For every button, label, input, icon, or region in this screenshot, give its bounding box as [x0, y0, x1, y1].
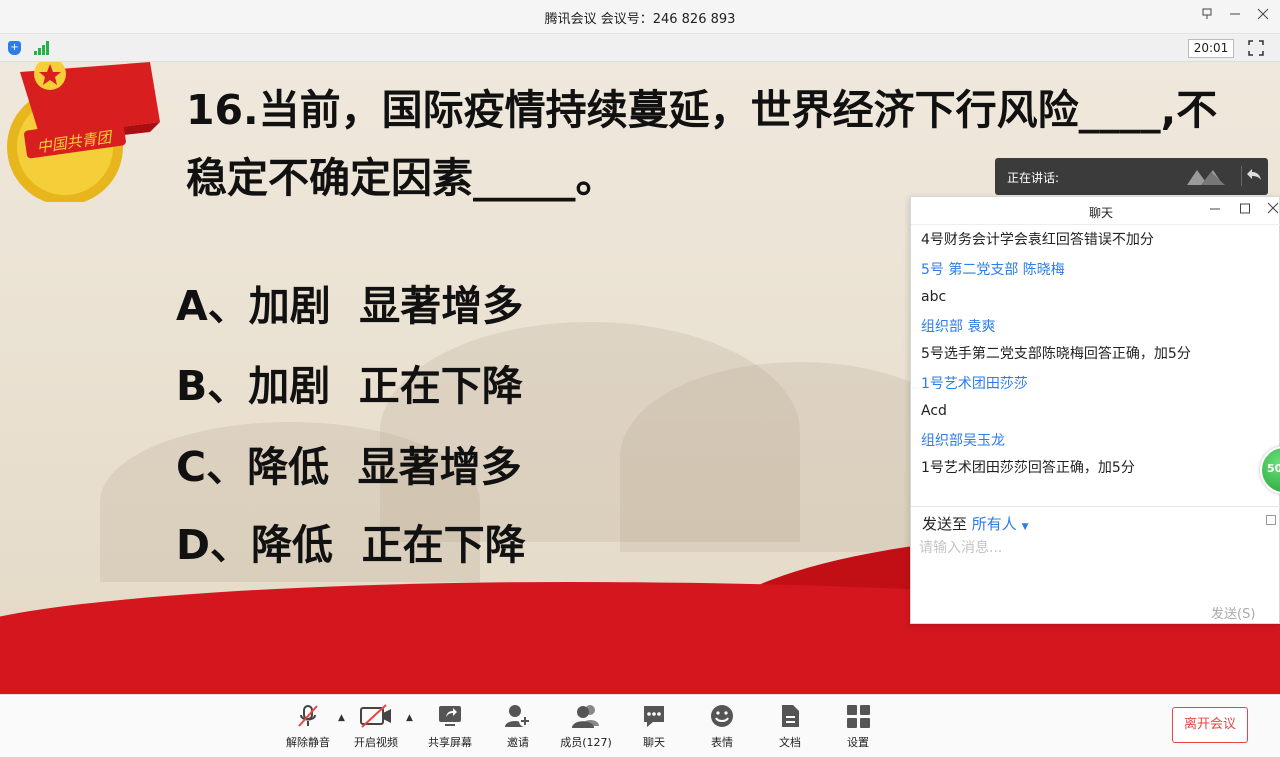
chat-message: Acd: [921, 403, 947, 419]
option-a: A、加剧 显著增多: [176, 282, 524, 330]
chat-label: 聊天: [643, 736, 665, 749]
chat-minimize-icon[interactable]: [1207, 202, 1223, 218]
start-video-button[interactable]: 开启视频: [341, 703, 411, 753]
chat-close-icon[interactable]: [1265, 202, 1280, 218]
docs-button[interactable]: 文档: [755, 703, 825, 753]
window-title: 腾讯会议 会议号：246 826 893: [544, 12, 736, 27]
expand-input-icon[interactable]: [1266, 515, 1276, 525]
chat-message-input[interactable]: [919, 537, 1259, 597]
camera-off-icon: [360, 704, 391, 728]
invite-user-icon: [505, 705, 531, 727]
speaker-avatar-icon: [1187, 170, 1225, 185]
option-d: D、降低 正在下降: [176, 521, 526, 569]
leave-meeting-button[interactable]: 离开会议: [1172, 707, 1248, 743]
settings-grid-icon: [847, 705, 870, 728]
invite-button[interactable]: 邀请: [483, 703, 553, 753]
signal-strength-icon[interactable]: [34, 41, 50, 55]
chat-message: 5号选手第二党支部陈晓梅回答正确，加5分: [921, 346, 1191, 362]
chevron-down-icon[interactable]: ▼: [1022, 522, 1029, 532]
meeting-toolbar: 解除静音 ▲ 开启视频 ▲ 共享屏幕 邀请 成员(127) 聊天 表情 文档 设…: [0, 694, 1280, 757]
chat-sender: 组织部吴玉龙: [921, 433, 1005, 449]
close-icon[interactable]: [1254, 8, 1272, 26]
share-screen-icon: [439, 706, 461, 726]
share-screen-label: 共享屏幕: [428, 736, 472, 749]
chat-sender: 5号 第二党支部 陈晓梅: [921, 262, 1065, 278]
reply-icon[interactable]: [1241, 166, 1261, 186]
shield-icon[interactable]: +: [8, 41, 21, 55]
badge-text: 50: [1267, 462, 1280, 475]
smiley-icon: [711, 705, 733, 727]
unmute-label: 解除静音: [286, 736, 330, 749]
start-video-label: 开启视频: [354, 736, 398, 749]
speaking-indicator: 正在讲话:: [995, 158, 1268, 195]
members-button[interactable]: 成员(127): [551, 703, 621, 753]
share-screen-button[interactable]: 共享屏幕: [415, 703, 485, 753]
microphone-muted-icon: [298, 705, 318, 727]
status-bar: + 20:01: [0, 35, 1280, 62]
invite-label: 邀请: [507, 736, 529, 749]
meeting-clock: 20:01: [1188, 39, 1234, 58]
send-to-label: 发送至: [922, 515, 968, 533]
emoji-label: 表情: [711, 736, 733, 749]
youth-league-emblem: 中国共青团: [0, 62, 165, 205]
chat-divider: [911, 506, 1280, 507]
option-c: C、降低 显著增多: [176, 443, 522, 491]
unmute-button[interactable]: 解除静音: [273, 703, 343, 753]
fullscreen-icon[interactable]: [1248, 40, 1264, 56]
restore-icon[interactable]: [1226, 8, 1244, 26]
chat-bubble-icon: [644, 706, 664, 727]
chat-title: 聊天: [1088, 206, 1113, 220]
docs-label: 文档: [779, 736, 801, 749]
emoji-button[interactable]: 表情: [687, 703, 757, 753]
settings-label: 设置: [847, 736, 869, 749]
chat-maximize-icon[interactable]: [1237, 202, 1253, 218]
chat-message: 4号财务会计学会袁红回答错误不加分: [921, 232, 1154, 248]
send-to-target[interactable]: 所有人: [972, 515, 1017, 533]
chat-header: 聊天: [911, 197, 1280, 225]
send-button[interactable]: 发送(S): [1211, 603, 1255, 622]
chat-sender: 1号艺术团田莎莎: [921, 376, 1028, 392]
document-icon: [782, 705, 799, 727]
chat-panel: 聊天 4号财务会计学会袁红回答错误不加分 5号 第二党支部 陈晓梅 abc 组织…: [910, 196, 1280, 624]
members-icon: [572, 705, 599, 728]
option-b: B、加剧 正在下降: [176, 362, 523, 410]
members-label: 成员(127): [560, 736, 612, 749]
chat-button[interactable]: 聊天: [619, 703, 689, 753]
question-line-1: 16.当前，国际疫情持续蔓延，世界经济下行风险____,不: [186, 86, 1218, 134]
chat-message: 1号艺术团田莎莎回答正确，加5分: [921, 460, 1135, 476]
chat-sender: 组织部 袁爽: [921, 319, 996, 335]
settings-button[interactable]: 设置: [823, 703, 893, 753]
chat-message: abc: [921, 289, 947, 305]
speaking-label: 正在讲话:: [1007, 171, 1060, 185]
pin-icon[interactable]: [1198, 8, 1216, 26]
send-to-selector[interactable]: 发送至 所有人 ▼: [922, 513, 1029, 534]
title-bar: 腾讯会议 会议号：246 826 893: [0, 0, 1280, 34]
